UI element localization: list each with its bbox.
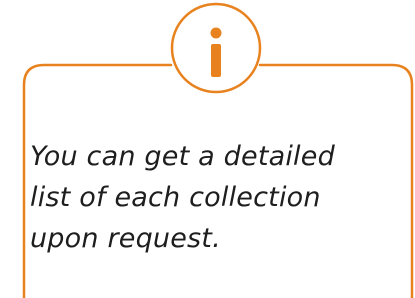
callout-text-line: upon request. bbox=[30, 223, 221, 254]
callout-text: You can get a detailed list of each coll… bbox=[30, 136, 390, 259]
callout-text-line: You can get a detailed bbox=[30, 141, 335, 172]
callout-text-line: list of each collection bbox=[30, 182, 321, 213]
info-icon bbox=[170, 2, 262, 94]
